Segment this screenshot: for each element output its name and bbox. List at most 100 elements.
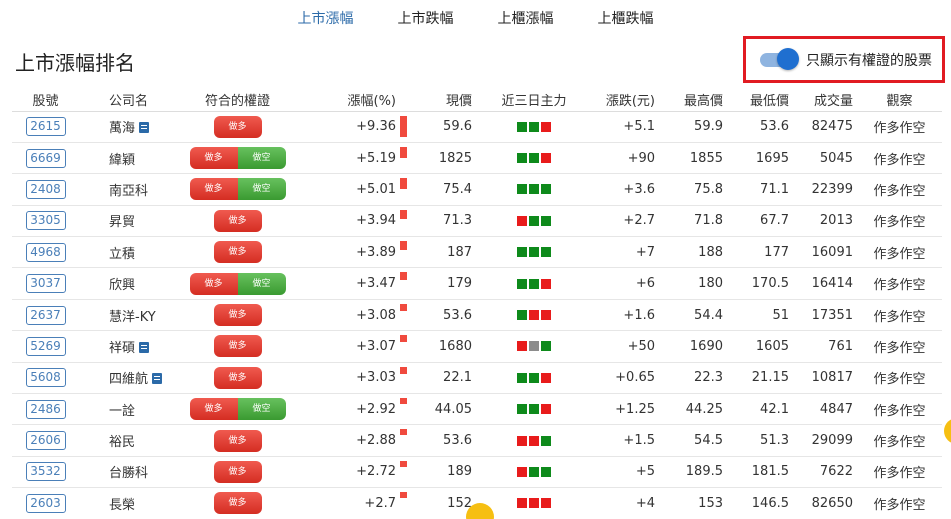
main-force-indicator xyxy=(480,362,588,395)
stock-code-link[interactable]: 2606 xyxy=(25,431,66,451)
header-pct[interactable]: 漲幅(%) xyxy=(300,89,400,112)
table-row[interactable]: 2615 萬海 做多 +9.36 59.6 +5.1 59.9 53.6 82475 作多作空 xyxy=(12,111,942,143)
stock-code-link[interactable]: 2486 xyxy=(25,399,66,419)
header-volume[interactable]: 成交量 xyxy=(799,89,857,112)
switch-knob[interactable] xyxy=(777,47,799,70)
observe-link[interactable]: 作多作空 xyxy=(857,393,942,426)
stock-code-link[interactable]: 6669 xyxy=(25,148,66,168)
warrant-buttons: 做多 xyxy=(213,492,262,515)
table-row[interactable]: 3037 欣興 做多 做空 +3.47 179 +6 180 170.5 16414 作多作空 xyxy=(12,267,942,300)
observe-link[interactable]: 作多作空 xyxy=(857,142,942,175)
stock-code-link[interactable]: 3305 xyxy=(25,211,66,231)
company-name[interactable]: 昇貿 xyxy=(109,215,135,230)
current-price: 1680 xyxy=(414,330,480,363)
short-warrant-button[interactable]: 做空 xyxy=(237,147,286,170)
observe-link[interactable]: 作多作空 xyxy=(857,299,942,332)
long-warrant-button[interactable]: 做多 xyxy=(189,147,238,170)
long-warrant-button[interactable]: 做多 xyxy=(189,272,238,295)
tab-0[interactable]: 上市漲幅 xyxy=(276,0,376,34)
low-price: 21.15 xyxy=(733,362,799,395)
long-warrant-button[interactable]: 做多 xyxy=(213,460,262,483)
volume: 82650 xyxy=(799,487,857,519)
long-warrant-button[interactable]: 做多 xyxy=(213,366,262,389)
company-name[interactable]: 欣興 xyxy=(109,278,135,293)
main-force-day-0 xyxy=(517,435,527,446)
document-icon[interactable] xyxy=(139,122,150,134)
observe-link[interactable]: 作多作空 xyxy=(857,173,942,206)
table-row[interactable]: 5608 四維航 做多 +3.03 22.1 +0.65 22.3 21.15 10817 作多作… xyxy=(12,362,942,395)
observe-link[interactable]: 作多作空 xyxy=(857,362,942,395)
stock-code-link[interactable]: 4968 xyxy=(25,242,66,262)
warrant-only-switch[interactable] xyxy=(760,47,799,70)
company-name[interactable]: 一詮 xyxy=(109,404,135,419)
long-warrant-button[interactable]: 做多 xyxy=(213,335,262,358)
stock-code-link[interactable]: 3037 xyxy=(25,274,66,294)
main-force-day-0 xyxy=(517,121,527,132)
table-row[interactable]: 3305 昇貿 做多 +3.94 71.3 +2.7 71.8 67.7 2013 作多作空 xyxy=(12,205,942,238)
table-row[interactable]: 2606 裕民 做多 +2.88 53.6 +1.5 54.5 51.3 29099 作多作空 xyxy=(12,424,942,457)
short-warrant-button[interactable]: 做空 xyxy=(237,398,286,421)
table-row[interactable]: 5269 祥碩 做多 +3.07 1680 +50 1690 1605 761 作多作空 xyxy=(12,330,942,363)
header-change[interactable]: 漲跌(元) xyxy=(588,89,659,112)
company-name[interactable]: 裕民 xyxy=(109,435,135,450)
observe-link[interactable]: 作多作空 xyxy=(857,456,942,489)
observe-link[interactable]: 作多作空 xyxy=(857,487,942,519)
document-icon[interactable] xyxy=(152,373,163,385)
tab-2[interactable]: 上櫃漲幅 xyxy=(476,0,576,34)
observe-link[interactable]: 作多作空 xyxy=(857,111,942,143)
stock-code-link[interactable]: 5608 xyxy=(25,368,66,388)
company-name[interactable]: 立積 xyxy=(109,247,135,262)
observe-link[interactable]: 作多作空 xyxy=(857,267,942,300)
volume: 29099 xyxy=(799,424,857,457)
change-pct-bar xyxy=(400,429,407,436)
long-warrant-button[interactable]: 做多 xyxy=(213,115,262,138)
observe-link[interactable]: 作多作空 xyxy=(857,330,942,363)
long-warrant-button[interactable]: 做多 xyxy=(213,209,262,232)
header-low[interactable]: 最低價 xyxy=(733,89,799,112)
table-row[interactable]: 3532 台勝科 做多 +2.72 189 +5 189.5 181.5 7622 作多作空 xyxy=(12,456,942,489)
long-warrant-button[interactable]: 做多 xyxy=(213,429,262,452)
company-name[interactable]: 慧洋-KY xyxy=(109,310,156,325)
volume: 82475 xyxy=(799,111,857,143)
observe-link[interactable]: 作多作空 xyxy=(857,205,942,238)
long-warrant-button[interactable]: 做多 xyxy=(189,178,238,201)
floating-coin-icon[interactable] xyxy=(944,418,951,444)
main-force-day-0 xyxy=(517,498,527,509)
table-row[interactable]: 2486 一詮 做多 做空 +2.92 44.05 +1.25 44.25 42.1 4847 作多… xyxy=(12,393,942,426)
header-name[interactable]: 公司名 xyxy=(79,89,175,112)
long-warrant-button[interactable]: 做多 xyxy=(213,304,262,327)
company-name[interactable]: 長榮 xyxy=(109,498,135,513)
table-row[interactable]: 2637 慧洋-KY 做多 +3.08 53.6 +1.6 54.4 51 17351 作多作空 xyxy=(12,299,942,332)
table-row[interactable]: 2408 南亞科 做多 做空 +5.01 75.4 +3.6 75.8 71.1 22399 作多作… xyxy=(12,173,942,206)
table-row[interactable]: 6669 緯穎 做多 做空 +5.19 1825 +90 1855 1695 5045 作多作空 xyxy=(12,142,942,175)
price-change: +6 xyxy=(588,267,659,300)
stock-code-link[interactable]: 2637 xyxy=(25,305,66,325)
company-name[interactable]: 祥碩 xyxy=(109,341,135,356)
stock-code-link[interactable]: 2408 xyxy=(25,179,66,199)
long-warrant-button[interactable]: 做多 xyxy=(213,492,262,515)
observe-link[interactable]: 作多作空 xyxy=(857,424,942,457)
document-icon[interactable] xyxy=(139,341,150,353)
table-row[interactable]: 4968 立積 做多 +3.89 187 +7 188 177 16091 作多作空 xyxy=(12,236,942,269)
stock-code-link[interactable]: 2603 xyxy=(25,493,66,513)
observe-link[interactable]: 作多作空 xyxy=(857,236,942,269)
long-warrant-button[interactable]: 做多 xyxy=(189,398,238,421)
company-name[interactable]: 四維航 xyxy=(109,372,148,387)
header-high[interactable]: 最高價 xyxy=(659,89,733,112)
stock-code-link[interactable]: 2615 xyxy=(25,117,66,137)
company-name[interactable]: 萬海 xyxy=(109,121,135,136)
stock-code-link[interactable]: 3532 xyxy=(25,462,66,482)
short-warrant-button[interactable]: 做空 xyxy=(237,272,286,295)
tab-1[interactable]: 上市跌幅 xyxy=(376,0,476,34)
stock-code-link[interactable]: 5269 xyxy=(25,336,66,356)
low-price: 51 xyxy=(733,299,799,332)
tab-3[interactable]: 上櫃跌幅 xyxy=(576,0,676,34)
header-code[interactable]: 股號 xyxy=(12,89,79,112)
main-force-indicator xyxy=(480,236,588,269)
header-price[interactable]: 現價 xyxy=(414,89,480,112)
company-name[interactable]: 南亞科 xyxy=(109,184,148,199)
company-name[interactable]: 台勝科 xyxy=(109,466,148,481)
company-name[interactable]: 緯穎 xyxy=(109,153,135,168)
long-warrant-button[interactable]: 做多 xyxy=(213,241,262,264)
short-warrant-button[interactable]: 做空 xyxy=(237,178,286,201)
